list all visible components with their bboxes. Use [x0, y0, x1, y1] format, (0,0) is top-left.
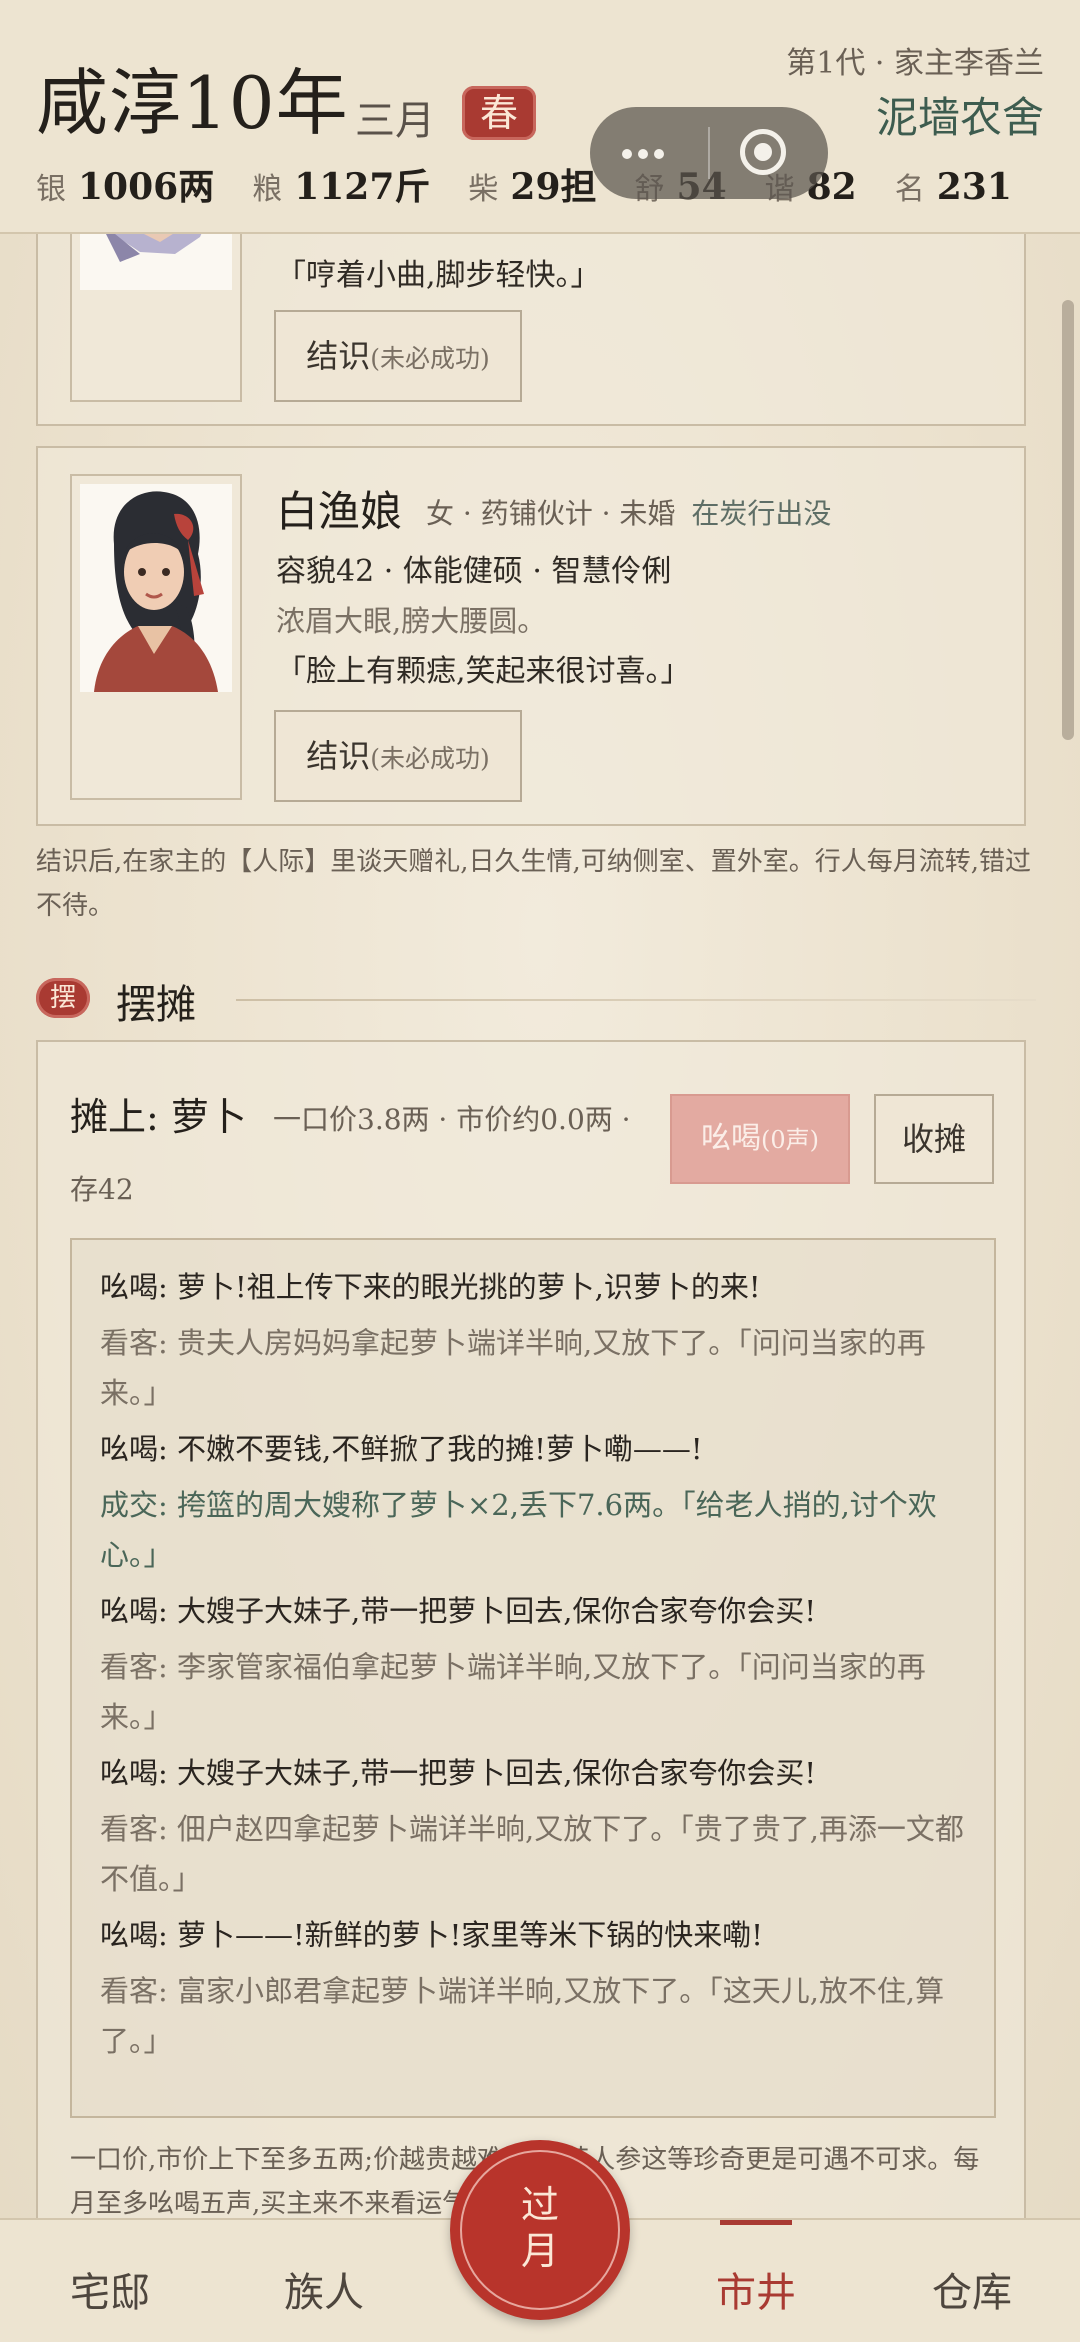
active-tab-indicator [720, 2220, 792, 2225]
social-note: 结识后,在家主的【人际】里谈天赠礼,日久生情,可纳侧室、置外室。行人每月流转,错… [36, 847, 1032, 921]
stat-firewood: 柴 29担 [468, 166, 597, 208]
npc-meta: 女 · 药铺伙计 · 未婚 在炭行出没 [426, 497, 832, 530]
stall-section-badge: 摆 [36, 978, 90, 1018]
season-badge: 春 [462, 86, 536, 140]
stall-price: 一口价3.8两 · 市价约0.0两 · [273, 1103, 631, 1136]
log-entry: 看客: 佃户赵四拿起萝卜端详半晌,又放下了。「贵了贵了,再添一文都不值。」 [100, 1812, 964, 1896]
stall-section-header: 摆 摆摊 [36, 972, 1036, 1028]
npc-attributes: 容貌42 · 体能健硕 · 智慧伶俐 [276, 554, 672, 589]
log-entry: 看客: 贵夫人房妈妈拿起萝卜端详半晌,又放下了。「问问当家的再来。」 [100, 1326, 926, 1410]
log-entry: 吆喝: 大嫂子大妹子,带一把萝卜回去,保你合家夸你会买! [100, 1594, 817, 1628]
scrollbar[interactable] [1062, 300, 1074, 740]
stat-silver: 银 1006两 [36, 166, 215, 208]
home-name: 泥墙农舍 [875, 93, 1044, 142]
log-entry: 吆喝: 萝卜!祖上传下来的眼光挑的萝卜,识萝卜的来! [100, 1270, 761, 1304]
npc-quote: 「哼着小曲,脚步轻快。」 [276, 258, 601, 293]
next-month-button[interactable]: 过月 [450, 2140, 630, 2320]
log-entry: 吆喝: 不嫩不要钱,不鲜掀了我的摊!萝卜嘞——! [100, 1432, 703, 1466]
stat-grain: 粮 1127斤 [252, 166, 431, 208]
nav-clan[interactable]: 族人 [234, 2260, 414, 2318]
npc-quote: 「脸上有颗痣,笑起来很讨喜。」 [276, 654, 691, 689]
close-miniprogram-icon[interactable] [740, 129, 786, 175]
stall-stock: 存42 [70, 1173, 134, 1206]
npc-location: 在炭行出没 [691, 497, 832, 530]
month-label: 三月 [355, 98, 435, 144]
stall-card: 摊上: 萝卜 一口价3.8两 · 市价约0.0两 · 存42 吆喝(0声) 收摊… [36, 1040, 1026, 2220]
stall-item-title: 摊上: 萝卜 [70, 1095, 247, 1139]
more-icon[interactable] [622, 135, 682, 171]
hawk-button[interactable]: 吆喝(0声) [670, 1094, 850, 1184]
nav-market[interactable]: 市井 [666, 2260, 846, 2318]
log-entry: 吆喝: 萝卜——!新鲜的萝卜!家里等米下锅的快来嘞! [100, 1918, 763, 1952]
era-year: 咸淳10年 [36, 61, 349, 145]
portrait-frame [70, 474, 242, 800]
nav-mansion[interactable]: 宅邸 [20, 2260, 200, 2318]
log-entry: 吆喝: 大嫂子大妹子,带一把萝卜回去,保你合家夸你会买! [100, 1756, 817, 1790]
stall-section-title: 摆摊 [116, 982, 196, 1028]
npc-portrait [80, 484, 232, 692]
stall-log: 吆喝: 萝卜!祖上传下来的眼光挑的萝卜,识萝卜的来! 看客: 贵夫人房妈妈拿起萝… [70, 1238, 996, 2118]
meet-button[interactable]: 结识(未必成功) [274, 710, 522, 802]
miniprogram-capsule [590, 107, 828, 199]
nav-warehouse[interactable]: 仓库 [882, 2260, 1062, 2318]
meet-button[interactable]: 结识(未必成功) [274, 310, 522, 402]
stat-fame: 名 231 [894, 166, 1012, 208]
npc-name: 白渔娘 [276, 487, 403, 536]
log-entry: 看客: 李家管家福伯拿起萝卜端详半晌,又放下了。「问问当家的再来。」 [100, 1650, 926, 1734]
next-month-label: 过月 [520, 2183, 559, 2273]
top-status-bar: 咸淳10年 三月 春 第1代 · 家主李香兰 泥墙农舍 银 1006两 粮 1127… [0, 0, 1080, 234]
npc-card: 白渔娘 女 · 药铺伙计 · 未婚 在炭行出没 容貌42 · 体能健硕 · 智慧伶… [36, 446, 1026, 826]
log-entry: 看客: 富家小郎君拿起萝卜端详半晌,又放下了。「这天儿,放不住,算了。」 [100, 1974, 945, 2058]
close-stall-button[interactable]: 收摊 [874, 1094, 994, 1184]
npc-description: 浓眉大眼,膀大腰圆。 [276, 604, 547, 638]
section-divider [236, 999, 1036, 1001]
log-entry: 成交: 挎篮的周大嫂称了萝卜×2,丢下7.6两。「给老人捎的,讨个欢心。」 [100, 1488, 937, 1572]
resource-stats: 银1006两 粮1127斤 柴29担 舒54 谐82 名231 [36, 158, 1050, 210]
generation-label: 第1代 · 家主李香兰 [786, 46, 1044, 81]
